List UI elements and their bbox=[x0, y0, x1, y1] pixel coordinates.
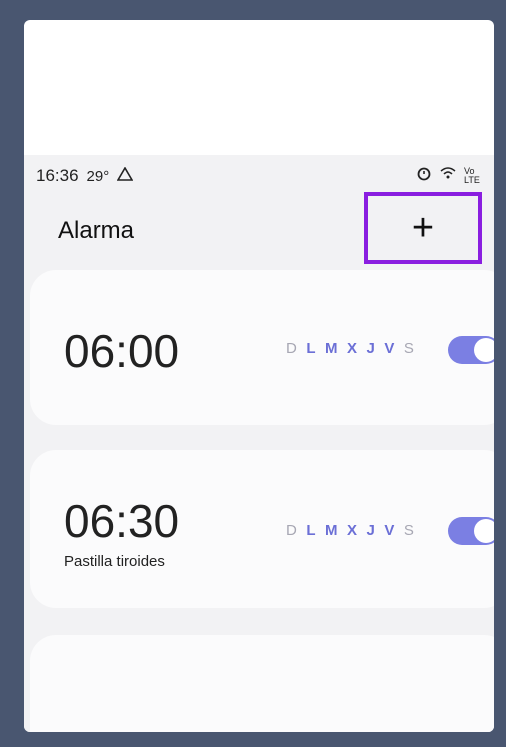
wifi-icon bbox=[440, 166, 456, 185]
alarm-toggle[interactable] bbox=[448, 517, 494, 545]
alarm-days: D L M X J V S bbox=[286, 340, 414, 357]
day-label: X bbox=[347, 522, 358, 539]
toggle-knob bbox=[474, 338, 494, 362]
day-label: L bbox=[306, 522, 317, 539]
status-icons: Vo LTE bbox=[416, 165, 486, 186]
screen: 16:36 29° Vo LTE Alarma + ⋮ 06:00 D bbox=[24, 155, 494, 732]
alarm-time: 06:00 bbox=[64, 325, 180, 377]
status-bar: 16:36 29° Vo LTE bbox=[36, 165, 486, 187]
alarm-days: D L M X J V S bbox=[286, 522, 414, 539]
day-label: M bbox=[325, 522, 339, 539]
weather-icon bbox=[116, 165, 134, 186]
status-time: 16:36 bbox=[36, 166, 79, 185]
day-label: V bbox=[384, 522, 395, 539]
alarm-time: 06:30 bbox=[64, 495, 180, 547]
status-temp: 29° bbox=[86, 167, 110, 185]
day-label: D bbox=[286, 340, 298, 357]
alarm-toggle[interactable] bbox=[448, 336, 494, 364]
alarm-card[interactable]: 06:00 D L M X J V S bbox=[30, 270, 494, 425]
more-options-button[interactable]: ⋮ bbox=[486, 215, 494, 244]
day-label: D bbox=[286, 522, 298, 539]
day-label: S bbox=[403, 522, 415, 539]
alarm-card-partial bbox=[30, 635, 494, 732]
lte-icon: Vo LTE bbox=[464, 165, 480, 185]
app-window: 16:36 29° Vo LTE Alarma + ⋮ 06:00 D bbox=[24, 20, 494, 732]
toggle-knob bbox=[474, 519, 494, 543]
day-label: X bbox=[347, 340, 358, 357]
day-label: S bbox=[403, 340, 415, 357]
day-label: M bbox=[325, 340, 339, 357]
alarm-icon bbox=[416, 165, 432, 186]
add-alarm-button[interactable]: + bbox=[364, 192, 482, 264]
day-label: J bbox=[366, 522, 376, 539]
day-label: J bbox=[366, 340, 376, 357]
alarm-label: Pastilla tiroides bbox=[64, 553, 165, 570]
day-label: L bbox=[306, 340, 317, 357]
day-label: V bbox=[384, 340, 395, 357]
page-title: Alarma bbox=[58, 217, 135, 244]
alarm-card[interactable]: 06:30 Pastilla tiroides D L M X J V S bbox=[30, 450, 494, 608]
